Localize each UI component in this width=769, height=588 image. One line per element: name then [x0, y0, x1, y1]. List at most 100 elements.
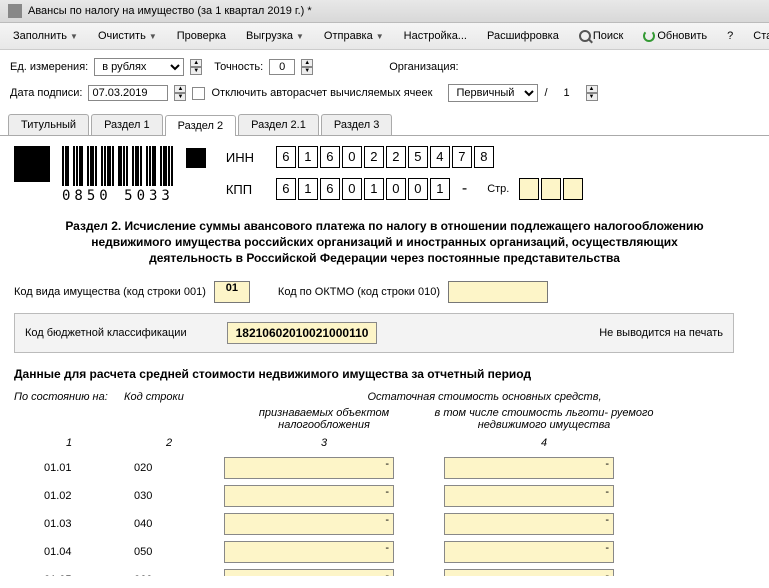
tab-1[interactable]: Раздел 1 [91, 114, 163, 135]
unit-spin[interactable]: ▲▼ [190, 59, 202, 75]
row-date: 01.01 [14, 462, 124, 474]
precision-spin[interactable]: ▲▼ [301, 59, 313, 75]
unit-label: Ед. измерения: [10, 61, 88, 73]
inn-cell: 7 [452, 146, 472, 168]
inn-cell: 4 [430, 146, 450, 168]
calc-header-2: признаваемых объектом налогообложения в … [14, 407, 755, 431]
disable-checkbox[interactable] [192, 87, 205, 100]
calc-row: 01.04050-- [14, 541, 755, 563]
row-date: 01.04 [14, 546, 124, 558]
page-cell[interactable] [563, 178, 583, 200]
inn-cell: 5 [408, 146, 428, 168]
date-label: Дата подписи: [10, 87, 82, 99]
calc-row: 01.01020-- [14, 457, 755, 479]
inn-cell: 1 [298, 146, 318, 168]
row-val1[interactable]: - [224, 569, 394, 576]
fill-button[interactable]: Заполнить▼ [6, 26, 85, 46]
app-icon [8, 4, 22, 18]
clear-button[interactable]: Очистить▼ [91, 26, 164, 46]
row-val1[interactable]: - [224, 485, 394, 507]
kbk-note: Не выводится на печать [599, 327, 723, 339]
org-label: Организация: [389, 61, 458, 73]
page-cell[interactable] [519, 178, 539, 200]
row-code: 020 [124, 462, 214, 474]
refresh-icon [643, 30, 655, 42]
help-button[interactable]: ? [720, 26, 740, 46]
tab-3[interactable]: Раздел 2.1 [238, 114, 319, 135]
kpp-dash: - [460, 180, 469, 198]
tab-4[interactable]: Раздел 3 [321, 114, 393, 135]
calc-row: 01.03040-- [14, 513, 755, 535]
kpp-cell: 0 [386, 178, 406, 200]
row-val1[interactable]: - [224, 513, 394, 535]
date-spin[interactable]: ▲▼ [174, 85, 186, 101]
row-code: 040 [124, 518, 214, 530]
row-code: 060 [124, 574, 214, 576]
inn-cell: 8 [474, 146, 494, 168]
kpp-cell: 0 [408, 178, 428, 200]
row-val2[interactable]: - [444, 485, 614, 507]
kpp-cell: 6 [276, 178, 296, 200]
decode-button[interactable]: Расшифровка [480, 26, 566, 46]
params-panel: Ед. измерения: в рублях ▲▼ Точность: ▲▼ … [0, 50, 769, 114]
titlebar: Авансы по налогу на имущество (за 1 квар… [0, 0, 769, 23]
page-spin[interactable]: ▲▼ [586, 85, 598, 101]
row-val2[interactable]: - [444, 513, 614, 535]
page-label: Стр. [487, 183, 509, 195]
section-title: Раздел 2. Исчисление суммы авансового пл… [54, 218, 715, 267]
inn-cell: 6 [276, 146, 296, 168]
row001-label1: Код вида имущества (код строки 001) [14, 286, 206, 298]
kpp-cells: 61601001 [276, 178, 450, 200]
primary-select[interactable]: Первичный [448, 84, 538, 102]
barcode: 0850 5033 [62, 146, 174, 204]
settings-button[interactable]: Настройка... [397, 26, 474, 46]
unit-select[interactable]: в рублях [94, 58, 184, 76]
content: 0850 5033 ИНН 6160225478 КПП 61601001 - … [0, 136, 769, 576]
toolbar: Заполнить▼ Очистить▼ Проверка Выгрузка▼ … [0, 23, 769, 50]
upload-button[interactable]: Выгрузка▼ [239, 26, 311, 46]
search-button[interactable]: Поиск [572, 26, 630, 46]
oktmo-input[interactable] [448, 281, 548, 303]
page-cells [519, 178, 583, 200]
row-date: 01.02 [14, 490, 124, 502]
row-val2[interactable]: - [444, 457, 614, 479]
row-date: 01.03 [14, 518, 124, 530]
kpp-cell: 0 [342, 178, 362, 200]
rates-button[interactable]: Ставки налога на иму [746, 26, 769, 46]
send-button[interactable]: Отправка▼ [317, 26, 391, 46]
inn-label: ИНН [226, 150, 266, 165]
date-input[interactable] [88, 85, 168, 101]
kpp-cell: 6 [320, 178, 340, 200]
tabs: ТитульныйРаздел 1Раздел 2Раздел 2.1Разде… [0, 114, 769, 136]
inn-cell: 0 [342, 146, 362, 168]
kpp-cell: 1 [430, 178, 450, 200]
precision-label: Точность: [214, 61, 263, 73]
row-val2[interactable]: - [444, 569, 614, 576]
row001-value1[interactable]: 01 [214, 281, 250, 303]
marker-square [14, 146, 50, 182]
inn-cell: 6 [320, 146, 340, 168]
precision-input[interactable] [269, 59, 295, 75]
check-button[interactable]: Проверка [170, 26, 233, 46]
search-icon [579, 30, 591, 42]
calc-title: Данные для расчета средней стоимости нед… [14, 367, 755, 381]
tab-0[interactable]: Титульный [8, 114, 89, 135]
page-num-input[interactable] [554, 86, 580, 100]
calc-row: 01.02030-- [14, 485, 755, 507]
row-val1[interactable]: - [224, 541, 394, 563]
row-date: 01.05 [14, 574, 124, 576]
kpp-cell: 1 [364, 178, 384, 200]
disable-label: Отключить авторасчет вычисляемых ячеек [211, 87, 432, 99]
tab-2[interactable]: Раздел 2 [165, 115, 237, 136]
row-code: 030 [124, 490, 214, 502]
kpp-label: КПП [226, 182, 266, 197]
row-val2[interactable]: - [444, 541, 614, 563]
row-val1[interactable]: - [224, 457, 394, 479]
kpp-cell: 1 [298, 178, 318, 200]
inn-cells: 6160225478 [276, 146, 494, 168]
kbk-value[interactable]: 18210602010021000110 [227, 322, 378, 344]
page-cell[interactable] [541, 178, 561, 200]
row-code: 050 [124, 546, 214, 558]
refresh-button[interactable]: Обновить [636, 26, 714, 46]
row001-label2: Код по ОКТМО (код строки 010) [278, 286, 440, 298]
